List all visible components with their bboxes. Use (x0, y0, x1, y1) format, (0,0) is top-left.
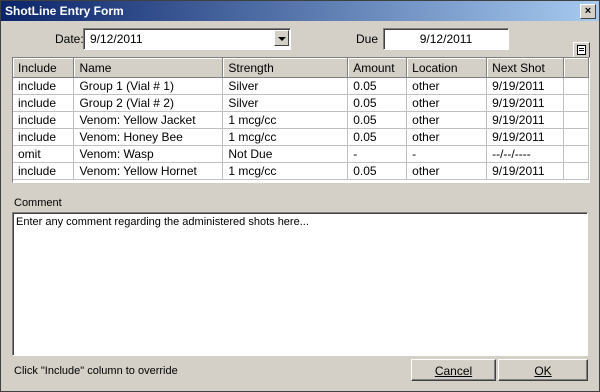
name-cell: Group 1 (Vial # 1) (73, 77, 224, 95)
filler-cell (563, 111, 589, 129)
window-title: ShotLine Entry Form (5, 4, 124, 18)
shots-grid[interactable]: Include Name Strength Amount Location Ne… (12, 57, 590, 183)
title-bar[interactable]: ShotLine Entry Form × (1, 1, 599, 21)
column-header-strength[interactable]: Strength (222, 58, 349, 78)
include-cell[interactable]: include (13, 77, 75, 95)
amount-cell: 0.05 (347, 77, 408, 95)
amount-cell: 0.05 (347, 162, 408, 180)
column-header-name[interactable]: Name (73, 58, 224, 78)
next-shot-cell: 9/19/2011 (486, 77, 565, 95)
filler-cell (563, 162, 589, 180)
date-value: 9/12/2011 (90, 32, 143, 46)
strength-cell: Not Due (222, 145, 349, 163)
filler-cell (563, 128, 589, 146)
comment-label: Comment (14, 197, 62, 209)
next-shot-cell: 9/19/2011 (486, 128, 565, 146)
column-header-filler (563, 58, 589, 78)
due-value: 9/12/2011 (419, 32, 473, 46)
comment-textarea[interactable]: Enter any comment regarding the administ… (12, 212, 588, 356)
location-cell: other (406, 94, 488, 112)
strength-cell: Silver (222, 94, 349, 112)
name-cell: Venom: Yellow Jacket (73, 111, 224, 129)
filler-cell (563, 145, 589, 163)
strength-cell: 1 mcg/cc (222, 162, 349, 180)
location-cell: other (406, 162, 488, 180)
table-row[interactable]: include Venom: Yellow Jacket 1 mcg/cc 0.… (13, 111, 589, 129)
include-cell[interactable]: include (13, 94, 75, 112)
name-cell: Venom: Yellow Hornet (73, 162, 224, 180)
override-hint: Click "Include" column to override (14, 365, 178, 377)
strength-cell: 1 mcg/cc (222, 111, 349, 129)
close-icon[interactable]: × (580, 4, 596, 19)
cancel-button[interactable]: Cancel (411, 359, 496, 381)
ok-button[interactable]: OK (498, 359, 588, 381)
filler-cell (563, 77, 589, 95)
amount-cell: - (347, 145, 408, 163)
location-cell: - (406, 145, 488, 163)
next-shot-cell: 9/19/2011 (486, 111, 565, 129)
due-field[interactable]: 9/12/2011 (383, 28, 509, 50)
column-header-location[interactable]: Location (406, 58, 488, 78)
include-cell[interactable]: omit (13, 145, 75, 163)
due-label: Due (356, 32, 379, 46)
shots-table: Include Name Strength Amount Location Ne… (13, 58, 589, 180)
table-row[interactable]: include Venom: Honey Bee 1 mcg/cc 0.05 o… (13, 128, 589, 146)
location-cell: other (406, 77, 488, 95)
cancel-button-label: Cancel (434, 364, 473, 378)
location-cell: other (406, 111, 488, 129)
name-cell: Venom: Wasp (73, 145, 224, 163)
include-cell[interactable]: include (13, 128, 75, 146)
include-cell[interactable]: include (13, 111, 75, 129)
strength-cell: 1 mcg/cc (222, 128, 349, 146)
date-label: Date: (55, 32, 84, 46)
name-cell: Venom: Honey Bee (73, 128, 224, 146)
shotline-entry-window: ShotLine Entry Form × Date: 9/12/2011 Du… (0, 0, 600, 392)
column-header-include[interactable]: Include (13, 58, 75, 78)
chevron-down-icon[interactable] (274, 30, 289, 46)
strength-cell: Silver (222, 77, 349, 95)
amount-cell: 0.05 (347, 128, 408, 146)
table-row[interactable]: include Group 1 (Vial # 1) Silver 0.05 o… (13, 77, 589, 95)
name-cell: Group 2 (Vial # 2) (73, 94, 224, 112)
ok-button-label: OK (534, 364, 552, 378)
include-cell[interactable]: include (13, 162, 75, 180)
table-header-row: Include Name Strength Amount Location Ne… (13, 58, 589, 78)
export-list-icon (577, 45, 586, 55)
filler-cell (563, 94, 589, 112)
table-row[interactable]: include Venom: Yellow Hornet 1 mcg/cc 0.… (13, 162, 589, 180)
table-row[interactable]: include Group 2 (Vial # 2) Silver 0.05 o… (13, 94, 589, 112)
column-header-amount[interactable]: Amount (347, 58, 408, 78)
column-header-next-shot[interactable]: Next Shot (486, 58, 565, 78)
table-row[interactable]: omit Venom: Wasp Not Due - - --/--/---- (13, 145, 589, 163)
next-shot-cell: 9/19/2011 (486, 94, 565, 112)
location-cell: other (406, 128, 488, 146)
amount-cell: 0.05 (347, 111, 408, 129)
export-button[interactable] (573, 42, 590, 58)
next-shot-cell: 9/19/2011 (486, 162, 565, 180)
date-combobox[interactable]: 9/12/2011 (83, 28, 291, 50)
comment-text: Enter any comment regarding the administ… (16, 216, 309, 228)
amount-cell: 0.05 (347, 94, 408, 112)
next-shot-cell: --/--/---- (486, 145, 565, 163)
